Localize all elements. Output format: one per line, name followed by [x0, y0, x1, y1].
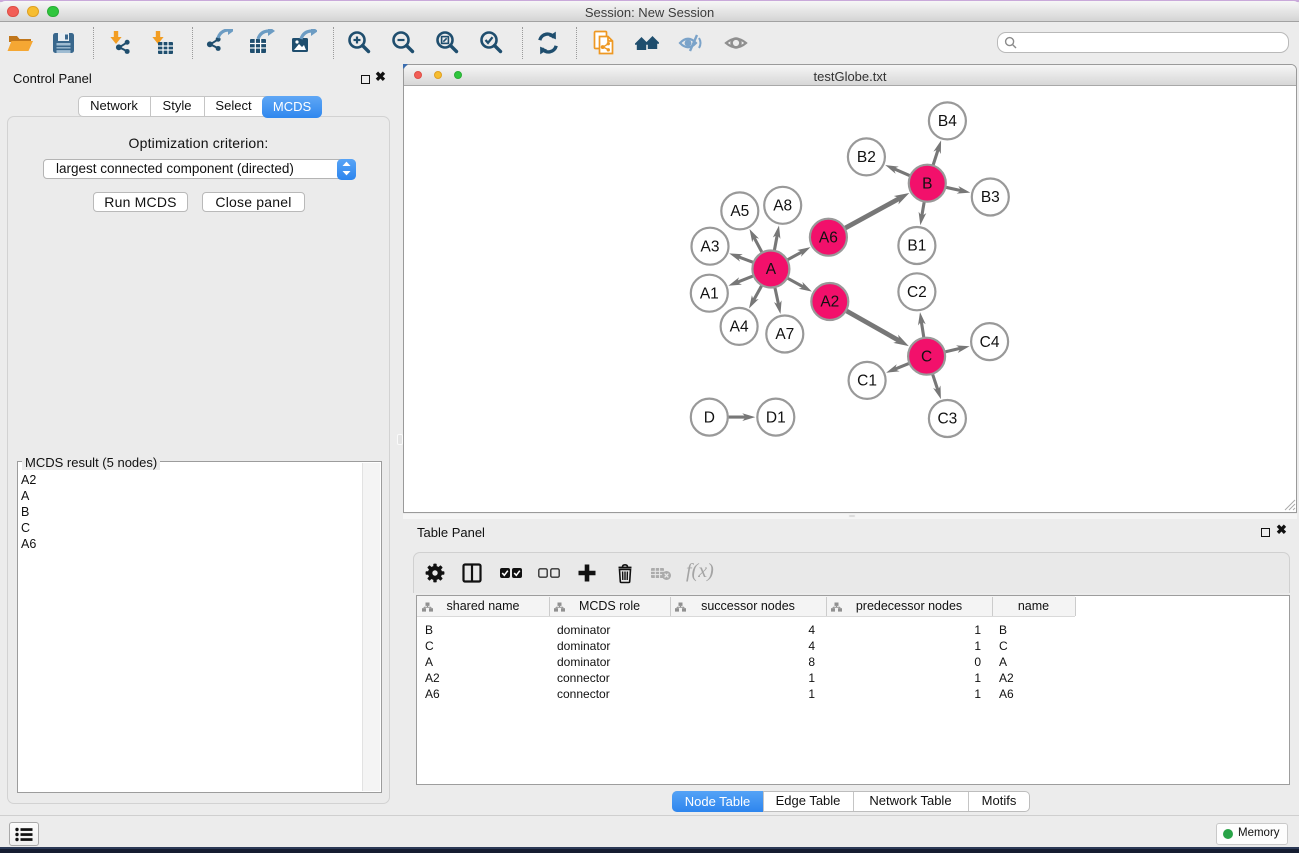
svg-text:B3: B3: [981, 189, 1000, 206]
svg-text:A7: A7: [775, 326, 794, 343]
svg-text:C3: C3: [937, 411, 957, 428]
svg-text:A6: A6: [819, 229, 838, 246]
svg-text:A4: A4: [730, 319, 749, 336]
svg-text:A1: A1: [700, 285, 719, 302]
svg-text:B: B: [922, 175, 932, 192]
svg-text:A2: A2: [820, 294, 839, 311]
svg-text:B1: B1: [907, 238, 926, 255]
svg-text:C1: C1: [857, 373, 877, 390]
svg-text:C2: C2: [907, 284, 927, 301]
svg-text:D: D: [704, 409, 715, 426]
svg-text:B4: B4: [938, 113, 957, 130]
svg-text:A5: A5: [730, 203, 749, 220]
svg-text:A: A: [766, 261, 777, 278]
svg-text:A8: A8: [773, 198, 792, 215]
svg-text:D1: D1: [766, 409, 786, 426]
svg-text:B2: B2: [857, 149, 876, 166]
svg-text:C4: C4: [980, 334, 1000, 351]
svg-text:A3: A3: [701, 238, 720, 255]
svg-text:C: C: [921, 348, 932, 365]
